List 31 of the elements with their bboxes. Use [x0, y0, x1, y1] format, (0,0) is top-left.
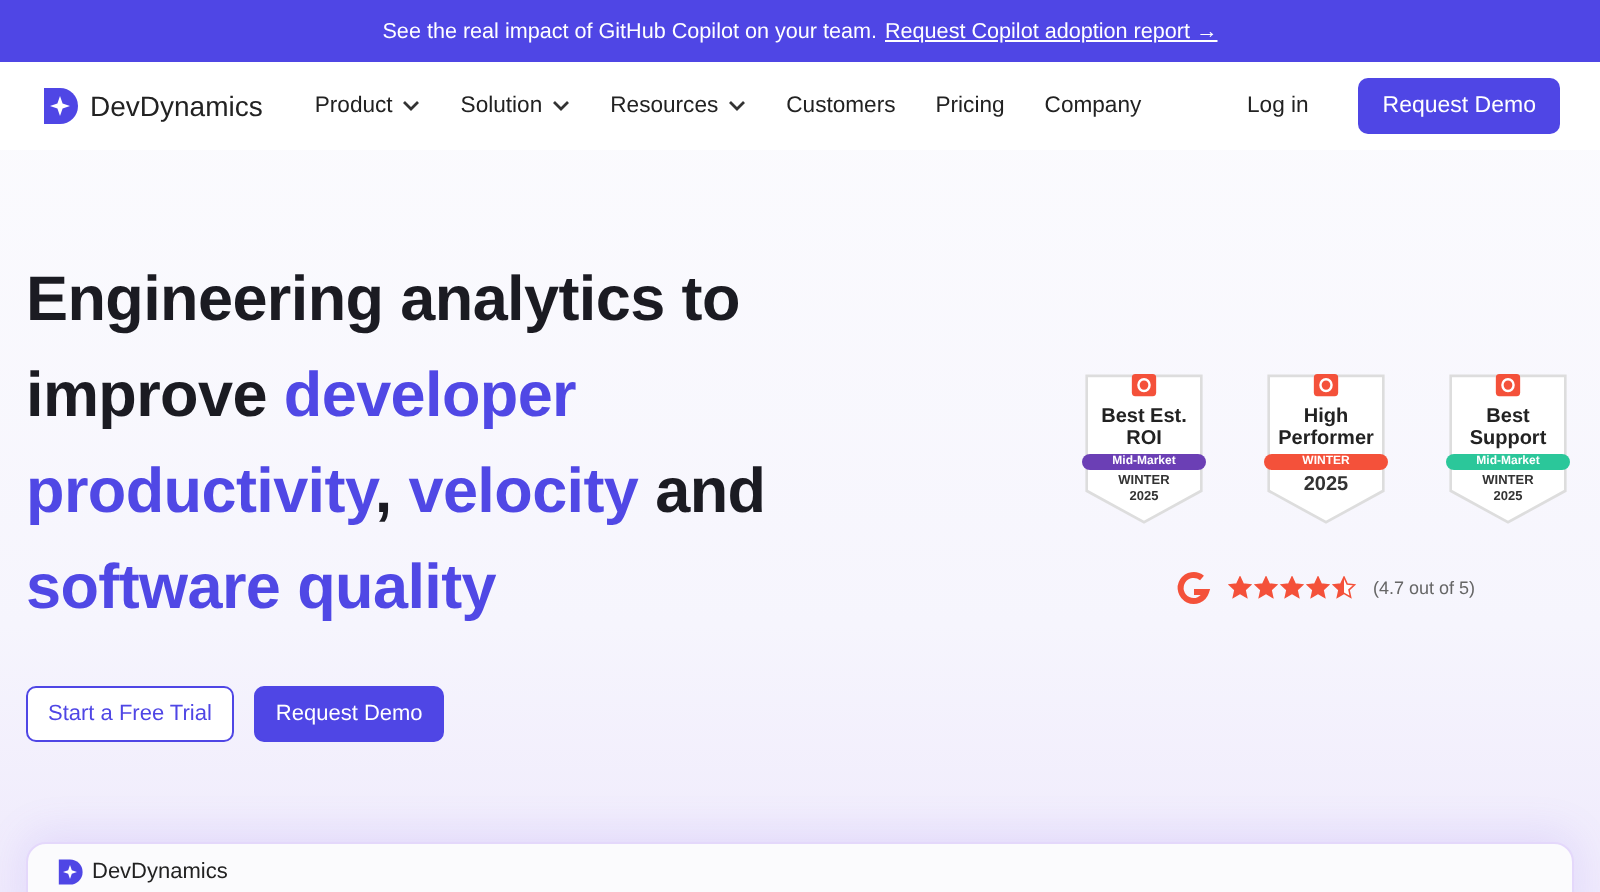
chevron-down-icon	[402, 100, 421, 112]
star-icon	[1332, 576, 1357, 600]
nav-link[interactable]: Customers	[786, 94, 896, 118]
nav-link[interactable]: Pricing	[935, 94, 1005, 118]
report-link[interactable]: Request Copilot adoption report →	[885, 19, 1218, 43]
nav-link[interactable]: Company	[1044, 94, 1142, 118]
star-icon	[1254, 576, 1279, 600]
request-demo-button[interactable]: Request Demo	[253, 686, 445, 742]
logo-icon	[56, 858, 84, 886]
brand-name[interactable]: DevDynamics	[90, 90, 263, 122]
nav-link[interactable]: Product	[314, 94, 421, 118]
free-trial-button[interactable]: Start a Free Trial	[26, 686, 234, 742]
badge-title: High Performer	[1276, 406, 1376, 450]
g2-logo-icon	[1176, 570, 1213, 606]
banner-text: See the real impact of GitHub Copilot on your team.	[382, 19, 877, 43]
star-icon	[1280, 576, 1305, 600]
nav-link[interactable]: Solution	[460, 94, 571, 118]
logo-icon	[40, 86, 80, 126]
brand-name: DevDynamics	[92, 860, 228, 884]
rating-text: (4.7 out of 5)	[1372, 578, 1476, 598]
headline: Engineering analytics to improve developer productivity, velocity and software quality	[26, 260, 768, 626]
badge-title: Best Support	[1467, 406, 1549, 450]
login-link[interactable]: Log in	[1247, 94, 1309, 118]
badge-title: Best Est. ROI	[1099, 406, 1189, 450]
nav-link[interactable]: Resources	[610, 94, 747, 118]
chevron-down-icon	[552, 100, 571, 112]
request-demo-button[interactable]: Request Demo	[1358, 78, 1560, 134]
star-icon	[1306, 576, 1331, 600]
badge-season: 2025	[1301, 474, 1351, 498]
chevron-down-icon	[728, 100, 747, 112]
star-icon	[1228, 576, 1253, 600]
